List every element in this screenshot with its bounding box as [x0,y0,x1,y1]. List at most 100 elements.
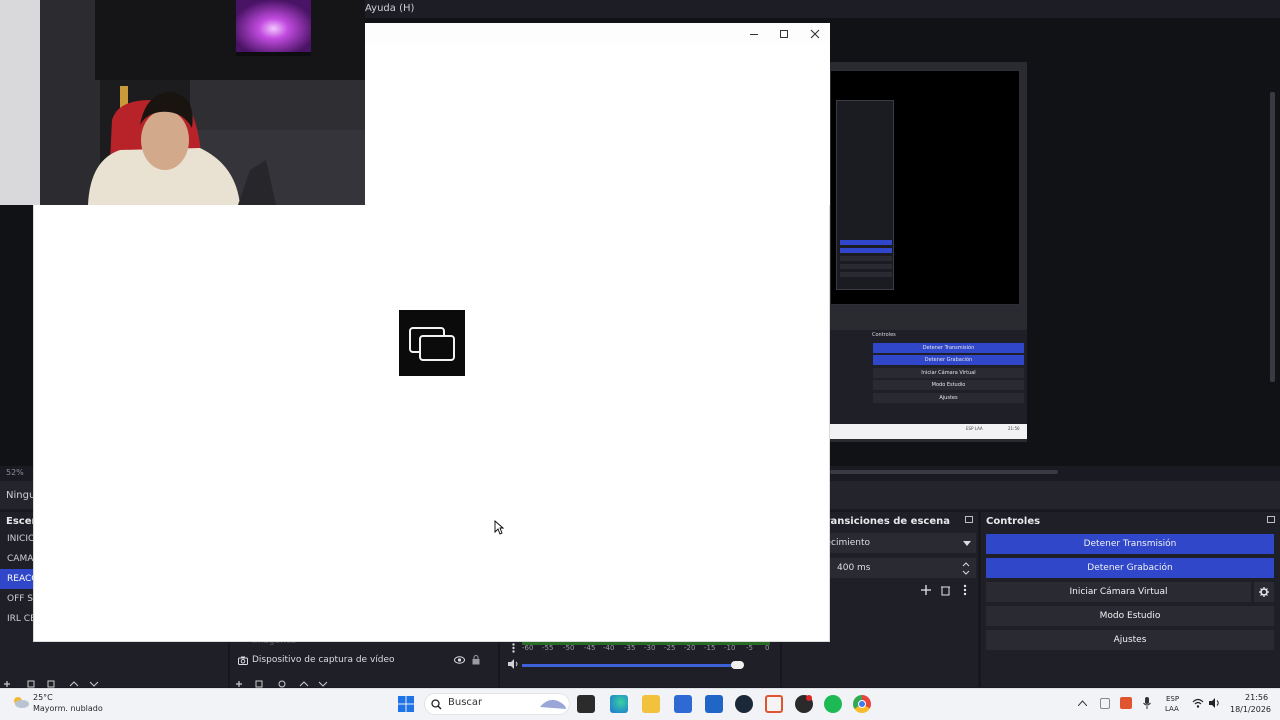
clock-time[interactable]: 21:56 [1245,693,1268,702]
weather-temperature[interactable]: 25°C [33,693,53,702]
nested-preview-button [840,240,892,245]
mixer-scale-label: -10 [724,644,736,652]
scene-item[interactable]: INICIO [0,529,33,549]
scene-item[interactable]: IRL CELULAR [0,609,33,629]
mixer-scale-label: -35 [624,644,636,652]
wifi-icon[interactable] [1192,698,1204,708]
visibility-eye-icon[interactable] [454,656,465,664]
transition-type-value: Desvanecimiento [830,538,870,548]
camera-icon [238,656,248,665]
mixer-scale-label: -25 [664,644,676,652]
nested-preview-window [836,100,894,290]
scenes-toolbar[interactable] [4,680,104,688]
mixer-scale-label: -30 [644,644,656,652]
scene-item-selected[interactable]: REACCION [0,569,33,589]
taskbar-search-placeholder: Buscar [448,697,483,708]
folder-icon[interactable] [642,695,660,713]
close-button[interactable] [801,25,829,43]
tray-sync-icon[interactable] [1120,697,1132,709]
nested-preview-button [840,272,892,277]
microphone-icon[interactable] [1143,697,1151,709]
spinner-arrows-icon[interactable] [962,560,970,576]
outlook-icon[interactable] [705,695,723,713]
mixer-scale-label: -45 [584,644,596,652]
spotify-icon[interactable] [824,695,842,713]
minimize-button[interactable] [740,25,768,43]
preview-vertical-scrollbar[interactable] [1270,92,1275,382]
dock-undock-icon[interactable] [1267,516,1275,523]
desktop: Ayuda (H) Controles Detener Transmisión … [0,0,1280,720]
store-icon[interactable] [674,695,692,713]
steam-icon[interactable] [735,695,753,713]
webcam-feed-image [0,0,365,205]
menu-help[interactable]: Ayuda (H) [365,3,414,14]
nested-tray-time: 21:56 [1008,426,1020,431]
studio-mode-button[interactable]: Modo Estudio [986,606,1274,626]
minimize-icon [750,34,758,35]
mixer-scale-label: 0 [765,644,770,652]
mixer-scale-label: -55 [542,644,554,652]
mixer-more-icon[interactable] [512,643,515,653]
nested-studio-mode: Modo Estudio [873,380,1024,390]
mixer-scale-label: -60 [522,644,534,652]
tray-app-icon[interactable] [1100,698,1110,709]
scene-item[interactable]: OFF STREAM [0,589,33,609]
nested-preview-button [840,264,892,269]
dialog-content-top [365,43,830,205]
controls-dock-title: Controles [986,516,1041,527]
source-label: Dispositivo de captura de vídeo [252,655,395,665]
transition-duration-input[interactable]: 400 ms [830,558,976,578]
mixer-scale-label: -40 [603,644,615,652]
gear-icon [1259,587,1269,597]
settings-button[interactable]: Ajustes [986,630,1274,650]
chrome-center [858,700,866,708]
source-item[interactable]: Dispositivo de captura de vídeo [232,652,497,670]
search-highlight-icon [540,699,566,709]
nested-tray-lang: ESP LAA [966,426,983,431]
volume-slider[interactable] [522,664,740,667]
transitions-toolbar[interactable] [920,584,970,596]
task-view-button[interactable] [577,695,595,713]
stop-stream-button[interactable]: Detener Transmisión [986,534,1274,554]
stop-recording-button[interactable]: Detener Grabación [986,558,1274,578]
mouse-cursor-icon [494,520,504,535]
chevron-up-icon[interactable] [1078,700,1087,706]
preview-horizontal-scrollbar[interactable] [830,470,1058,474]
dock-undock-icon[interactable] [965,516,973,523]
start-virtual-camera-button[interactable]: Iniciar Cámara Virtual [986,582,1251,602]
nested-virtual-cam: Iniciar Cámara Virtual [873,368,1024,378]
transition-type-select[interactable]: Desvanecimiento [830,533,976,553]
speaker-icon[interactable] [508,659,519,669]
weather-cloud-icon[interactable] [10,694,30,710]
nested-stop-stream: Detener Transmisión [873,343,1024,353]
transition-duration-value: 400 ms [837,563,871,573]
mixer-scale-label: -15 [704,644,716,652]
search-icon [431,699,442,710]
nested-preview-button [840,248,892,253]
clock-date[interactable]: 18/1/2026 [1230,705,1271,714]
nested-controls-title: Controles [872,332,896,338]
nested-taskbar [830,424,1027,439]
recording-badge [806,695,812,701]
nested-preview-button [840,256,892,261]
edge-icon[interactable] [610,695,628,713]
mixer-scale-label: -20 [684,644,696,652]
snipping-tool-icon[interactable] [765,695,783,713]
weather-description[interactable]: Mayorm. nublado [33,704,103,713]
sources-toolbar[interactable] [236,680,336,688]
chevron-down-icon [963,541,971,546]
transitions-dock-title: Transiciones de escena [830,516,950,527]
maximize-icon [780,30,788,38]
virtual-camera-settings-button[interactable] [1254,582,1274,602]
volume-icon[interactable] [1209,698,1221,708]
nested-settings: Ajustes [873,393,1024,403]
volume-slider-handle[interactable] [731,661,744,669]
scene-item[interactable]: CAMARA [0,549,33,569]
input-language-top[interactable]: ESP [1166,695,1179,703]
maximize-button[interactable] [770,25,798,43]
lock-icon[interactable] [472,655,480,665]
mixer-scale-label: -50 [563,644,575,652]
dialog-content [33,205,830,642]
input-language-bottom[interactable]: LAA [1165,705,1179,713]
windows-start-icon[interactable] [398,696,414,712]
